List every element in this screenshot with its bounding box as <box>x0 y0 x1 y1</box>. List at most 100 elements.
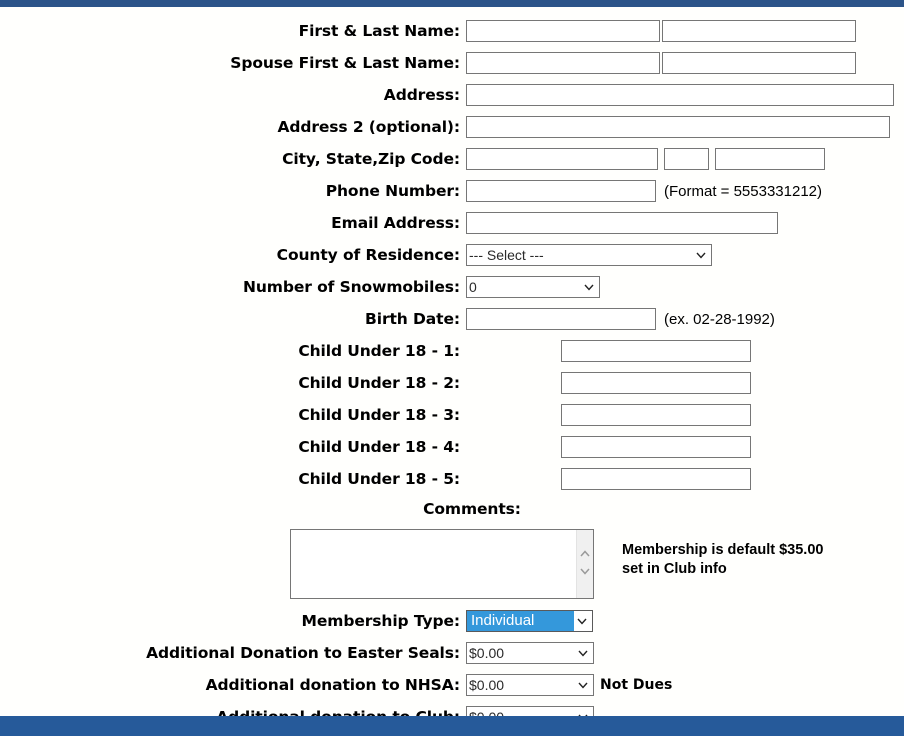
field-cell <box>466 143 904 175</box>
birth-date-format-hint: (ex. 02-28-1992) <box>664 310 775 328</box>
first-name-input[interactable] <box>466 20 660 42</box>
spouse-last-name-input[interactable] <box>662 52 856 74</box>
spouse-name-label: Spouse First & Last Name: <box>230 54 460 72</box>
field-cell <box>466 111 904 143</box>
membership-note-line-1: Membership is default $35.00 <box>622 542 824 558</box>
field-cell: $0.00 Not Dues <box>466 669 904 701</box>
field-cell <box>466 431 904 463</box>
membership-type-select-wrap: Individual Individual <box>466 610 593 632</box>
form-row-child-3: Child Under 18 - 3: <box>0 399 904 431</box>
phone-input[interactable] <box>466 180 656 202</box>
comments-textarea-wrap <box>290 529 594 599</box>
label-cell: Membership Type: <box>0 605 466 637</box>
easter-seals-select[interactable]: $0.00 <box>466 642 594 664</box>
county-select[interactable]: --- Select --- <box>466 244 712 266</box>
county-select-wrap: --- Select --- <box>466 244 712 266</box>
scroll-down-icon[interactable] <box>580 568 590 575</box>
form-row-child-4: Child Under 18 - 4: <box>0 431 904 463</box>
spouse-first-name-input[interactable] <box>466 52 660 74</box>
child-1-label: Child Under 18 - 1: <box>298 342 460 360</box>
membership-note: Membership is default $35.00 set in Club… <box>622 529 823 579</box>
form-row-child-5: Child Under 18 - 5: <box>0 463 904 495</box>
child-4-input[interactable] <box>561 436 751 458</box>
label-cell: Address 2 (optional): <box>0 111 466 143</box>
label-cell: Child Under 18 - 4: <box>0 431 466 463</box>
form-row-snowmobiles: Number of Snowmobiles: 0 <box>0 271 904 303</box>
form-row-nhsa: Additional donation to NHSA: $0.00 Not D… <box>0 669 904 701</box>
label-cell: City, State,Zip Code: <box>0 143 466 175</box>
nhsa-select[interactable]: $0.00 <box>466 674 594 696</box>
label-cell: Phone Number: <box>0 175 466 207</box>
form-row-phone: Phone Number: (Format = 5553331212) <box>0 175 904 207</box>
form-row-easter-seals: Additional Donation to Easter Seals: $0.… <box>0 637 904 669</box>
field-cell: (Format = 5553331212) <box>466 175 904 207</box>
label-cell: Spouse First & Last Name: <box>0 47 466 79</box>
form-row-city-state-zip: City, State,Zip Code: <box>0 143 904 175</box>
snowmobiles-select[interactable]: 0 <box>466 276 600 298</box>
scroll-up-icon[interactable] <box>580 550 590 557</box>
birth-date-label: Birth Date: <box>365 310 460 328</box>
field-cell <box>466 207 904 239</box>
child-2-label: Child Under 18 - 2: <box>298 374 460 392</box>
last-name-input[interactable] <box>662 20 856 42</box>
label-cell: Address: <box>0 79 466 111</box>
label-cell: Child Under 18 - 1: <box>0 335 466 367</box>
form-row-comments: Membership is default $35.00 set in Club… <box>0 523 904 605</box>
city-input[interactable] <box>466 148 658 170</box>
label-cell: Number of Snowmobiles: <box>0 271 466 303</box>
form-row-child-1: Child Under 18 - 1: <box>0 335 904 367</box>
phone-format-hint: (Format = 5553331212) <box>664 182 823 200</box>
membership-type-label: Membership Type: <box>301 612 461 630</box>
email-input[interactable] <box>466 212 778 234</box>
address2-label: Address 2 (optional): <box>277 118 460 136</box>
form-row-birth-date: Birth Date: (ex. 02-28-1992) <box>0 303 904 335</box>
field-cell: --- Select --- <box>466 239 904 271</box>
label-cell: First & Last Name: <box>0 15 466 47</box>
form-page: First & Last Name: Spouse First & Last N… <box>0 7 904 728</box>
field-cell <box>466 47 904 79</box>
form-row-address2: Address 2 (optional): <box>0 111 904 143</box>
membership-note-line-2: set in Club info <box>622 561 727 577</box>
address2-input[interactable] <box>466 116 890 138</box>
field-cell: 0 <box>466 271 904 303</box>
membership-type-select[interactable]: Individual <box>466 610 593 632</box>
child-5-input[interactable] <box>561 468 751 490</box>
state-input[interactable] <box>664 148 709 170</box>
zip-input[interactable] <box>715 148 825 170</box>
address-label: Address: <box>383 86 460 104</box>
label-cell: Child Under 18 - 3: <box>0 399 466 431</box>
child-4-label: Child Under 18 - 4: <box>298 438 460 456</box>
child-2-input[interactable] <box>561 372 751 394</box>
membership-form: First & Last Name: Spouse First & Last N… <box>0 15 904 733</box>
child-3-input[interactable] <box>561 404 751 426</box>
form-row-county: County of Residence: --- Select --- <box>0 239 904 271</box>
field-cell <box>466 79 904 111</box>
birth-date-input[interactable] <box>466 308 656 330</box>
email-label: Email Address: <box>331 214 460 232</box>
field-cell: Individual Individual <box>466 605 904 637</box>
child-5-label: Child Under 18 - 5: <box>298 470 460 488</box>
child-1-input[interactable] <box>561 340 751 362</box>
field-cell <box>466 15 904 47</box>
label-cell: Child Under 18 - 5: <box>0 463 466 495</box>
comments-textarea[interactable] <box>290 529 594 599</box>
label-cell: Birth Date: <box>0 303 466 335</box>
easter-seals-select-wrap: $0.00 <box>466 642 594 664</box>
phone-label: Phone Number: <box>325 182 460 200</box>
top-accent-bar <box>0 0 904 7</box>
field-cell <box>466 399 904 431</box>
address-input[interactable] <box>466 84 894 106</box>
comments-field-cell: Membership is default $35.00 set in Club… <box>0 523 904 605</box>
label-cell: Additional donation to NHSA: <box>0 669 466 701</box>
snowmobiles-select-wrap: 0 <box>466 276 600 298</box>
snowmobiles-label: Number of Snowmobiles: <box>242 278 460 296</box>
field-cell <box>466 335 904 367</box>
label-cell: County of Residence: <box>0 239 466 271</box>
child-3-label: Child Under 18 - 3: <box>298 406 460 424</box>
field-cell <box>466 367 904 399</box>
form-row-spouse-name: Spouse First & Last Name: <box>0 47 904 79</box>
comments-scrollbar[interactable] <box>576 530 593 598</box>
comments-label: Comments: <box>423 500 521 518</box>
bottom-accent-bar <box>0 716 904 736</box>
easter-seals-label: Additional Donation to Easter Seals: <box>146 644 460 662</box>
